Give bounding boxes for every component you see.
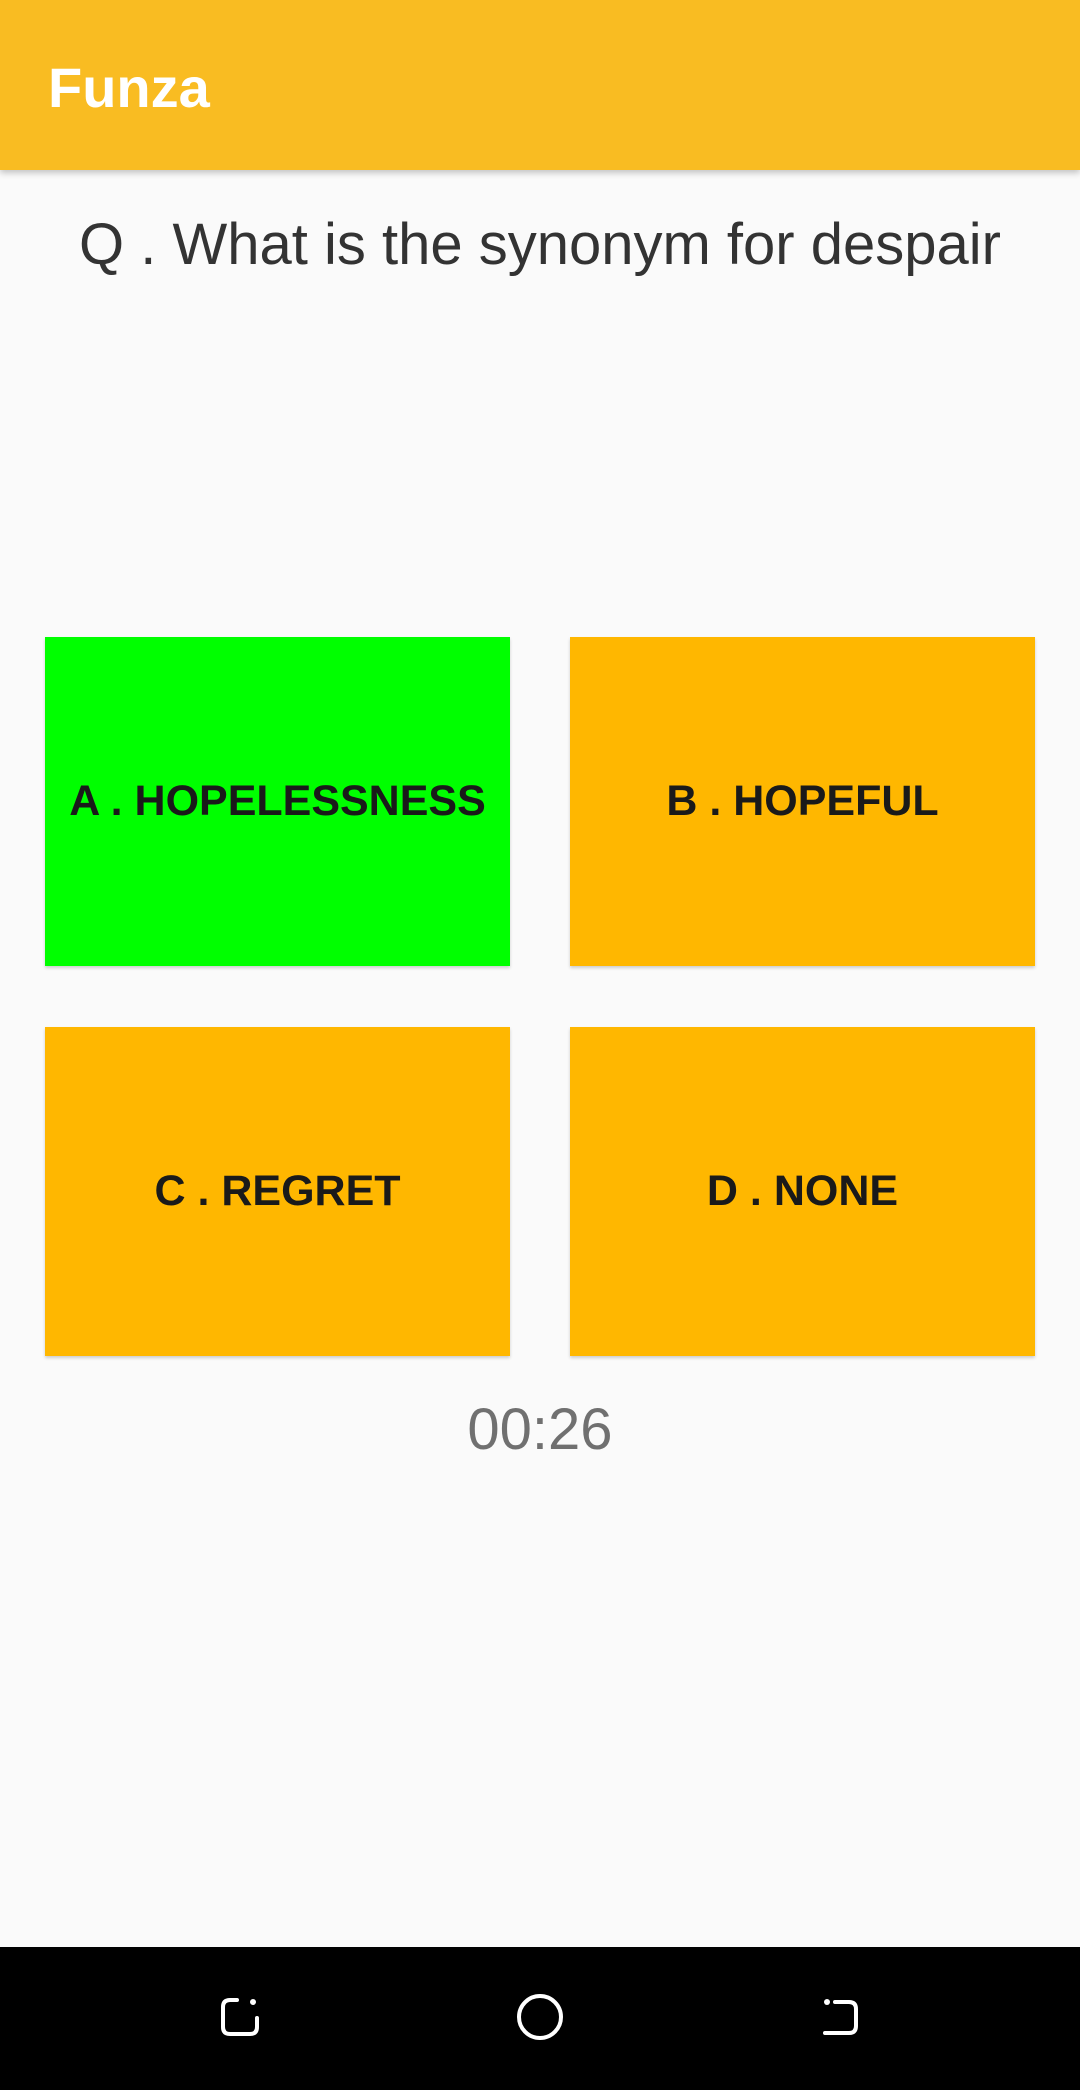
back-icon bbox=[823, 1999, 858, 2035]
option-c-button[interactable]: C . REGRET bbox=[45, 1027, 510, 1356]
home-button[interactable] bbox=[490, 1967, 590, 2067]
app-bar: Funza bbox=[0, 0, 1080, 170]
option-d-button[interactable]: D . NONE bbox=[570, 1027, 1035, 1356]
option-b-button[interactable]: B . HOPEFUL bbox=[570, 637, 1035, 966]
countdown-timer: 00:26 bbox=[467, 1397, 613, 1462]
system-nav-bar bbox=[0, 1947, 1080, 2090]
back-button[interactable] bbox=[790, 1967, 890, 2067]
home-icon bbox=[517, 1994, 563, 2040]
recent-apps-button[interactable] bbox=[190, 1967, 290, 2067]
app-title: Funza bbox=[48, 56, 210, 119]
option-a-button[interactable]: A . HOPELESSNESS bbox=[45, 637, 510, 966]
recent-apps-icon bbox=[221, 1998, 259, 2036]
question-text: Q . What is the synonym for despair bbox=[79, 212, 1001, 277]
